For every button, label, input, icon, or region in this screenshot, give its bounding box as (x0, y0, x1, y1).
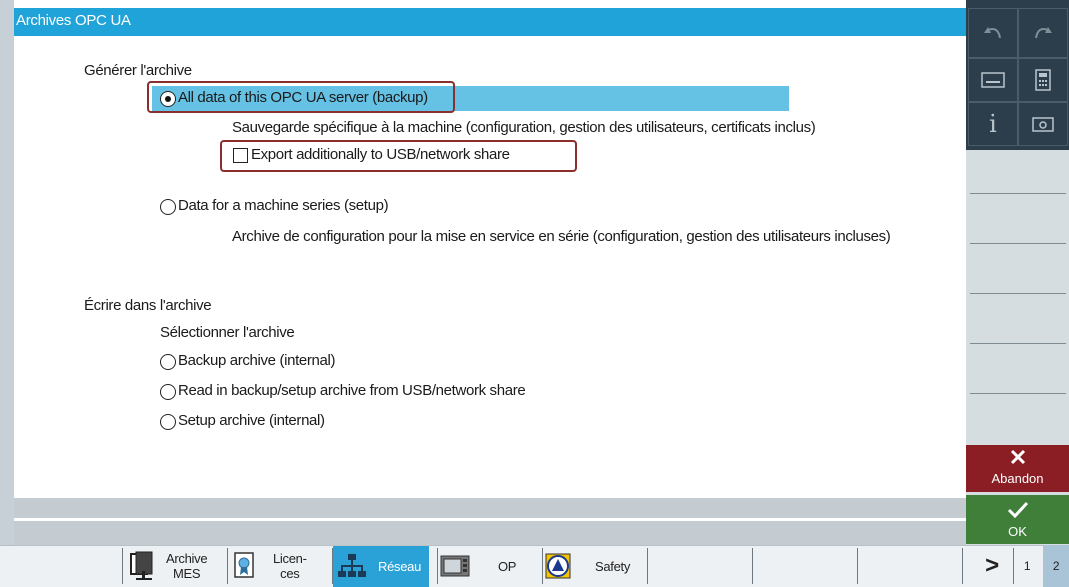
bottom-divider (332, 548, 333, 584)
next-page-button[interactable]: > (972, 545, 1012, 587)
tab-archive-mes-label: Archive MES (166, 551, 208, 581)
screenshot-icon[interactable] (1018, 102, 1068, 146)
softkey-divider (970, 243, 1066, 244)
softkey-divider (970, 193, 1066, 194)
bottom-divider (857, 548, 858, 584)
op-panel-icon (440, 555, 470, 577)
tab-licences-label: Licen- ces (273, 551, 307, 581)
calculator-icon[interactable] (1018, 58, 1068, 102)
checkmark-icon (1007, 501, 1028, 519)
abandon-label: Abandon (991, 471, 1044, 486)
status-strip-top (14, 498, 966, 518)
all-data-description: Sauvegarde spécifique à la machine (conf… (232, 119, 816, 136)
tab-archive-mes[interactable]: Archive MES (128, 545, 224, 587)
tab-op-label: OP (498, 558, 517, 574)
radio-machine-series[interactable] (160, 199, 176, 215)
keyboard-icon[interactable] (968, 58, 1018, 102)
machine-series-description: Archive de configuration pour la mise en… (232, 228, 891, 245)
bottom-divider (437, 548, 438, 584)
bottom-divider (647, 548, 648, 584)
page-2-label: 2 (1052, 559, 1060, 573)
radio-backup-archive[interactable] (160, 354, 176, 370)
abandon-button[interactable]: Abandon (966, 445, 1069, 492)
archive-mes-icon (130, 551, 153, 580)
tab-safety-label: Safety (595, 558, 631, 574)
page-1-button[interactable]: 1 (1014, 545, 1040, 587)
status-strip-bottom (14, 521, 966, 545)
safety-icon (545, 553, 571, 579)
next-page-label: > (985, 552, 999, 579)
page-1-label: 1 (1023, 559, 1031, 573)
window-title: Archives OPC UA (16, 12, 131, 29)
info-icon[interactable]: i (968, 102, 1018, 146)
tab-reseau-label: Réseau (378, 558, 422, 574)
title-bar: Archives OPC UA (14, 8, 966, 36)
option-setup-archive-label[interactable]: Setup archive (internal) (178, 412, 325, 429)
softkey-divider (970, 343, 1066, 344)
select-archive-subheading: Sélectionner l'archive (160, 324, 295, 341)
softkey-divider (970, 393, 1066, 394)
tab-safety[interactable]: Safety (545, 545, 641, 587)
tab-licences[interactable]: Licen- ces (233, 545, 329, 587)
annotation-frame-all-data (147, 81, 455, 113)
option-backup-archive-label[interactable]: Backup archive (internal) (178, 352, 336, 369)
undo-icon[interactable] (968, 8, 1018, 58)
bottom-divider (962, 548, 963, 584)
left-frame (0, 0, 14, 545)
close-icon (1010, 449, 1025, 465)
write-heading: Écrire dans l'archive (84, 297, 212, 314)
option-machine-series-label[interactable]: Data for a machine series (setup) (178, 197, 389, 214)
softkey-divider (970, 293, 1066, 294)
generate-heading: Générer l'archive (84, 62, 192, 79)
tab-reseau[interactable]: Réseau (338, 545, 430, 587)
ok-button[interactable]: OK (966, 495, 1069, 544)
bottom-divider (227, 548, 228, 584)
bottom-divider (542, 548, 543, 584)
ok-label: OK (1008, 524, 1027, 539)
radio-setup-archive[interactable] (160, 414, 176, 430)
bottom-divider (752, 548, 753, 584)
network-icon (338, 554, 366, 577)
license-icon (234, 552, 254, 578)
redo-icon[interactable] (1018, 8, 1068, 58)
option-read-usb-label[interactable]: Read in backup/setup archive from USB/ne… (178, 382, 526, 399)
page-2-button[interactable]: 2 (1043, 545, 1069, 587)
tab-op[interactable]: OP (440, 545, 536, 587)
radio-read-usb-archive[interactable] (160, 384, 176, 400)
annotation-frame-export (220, 140, 577, 172)
bottom-divider (122, 548, 123, 584)
